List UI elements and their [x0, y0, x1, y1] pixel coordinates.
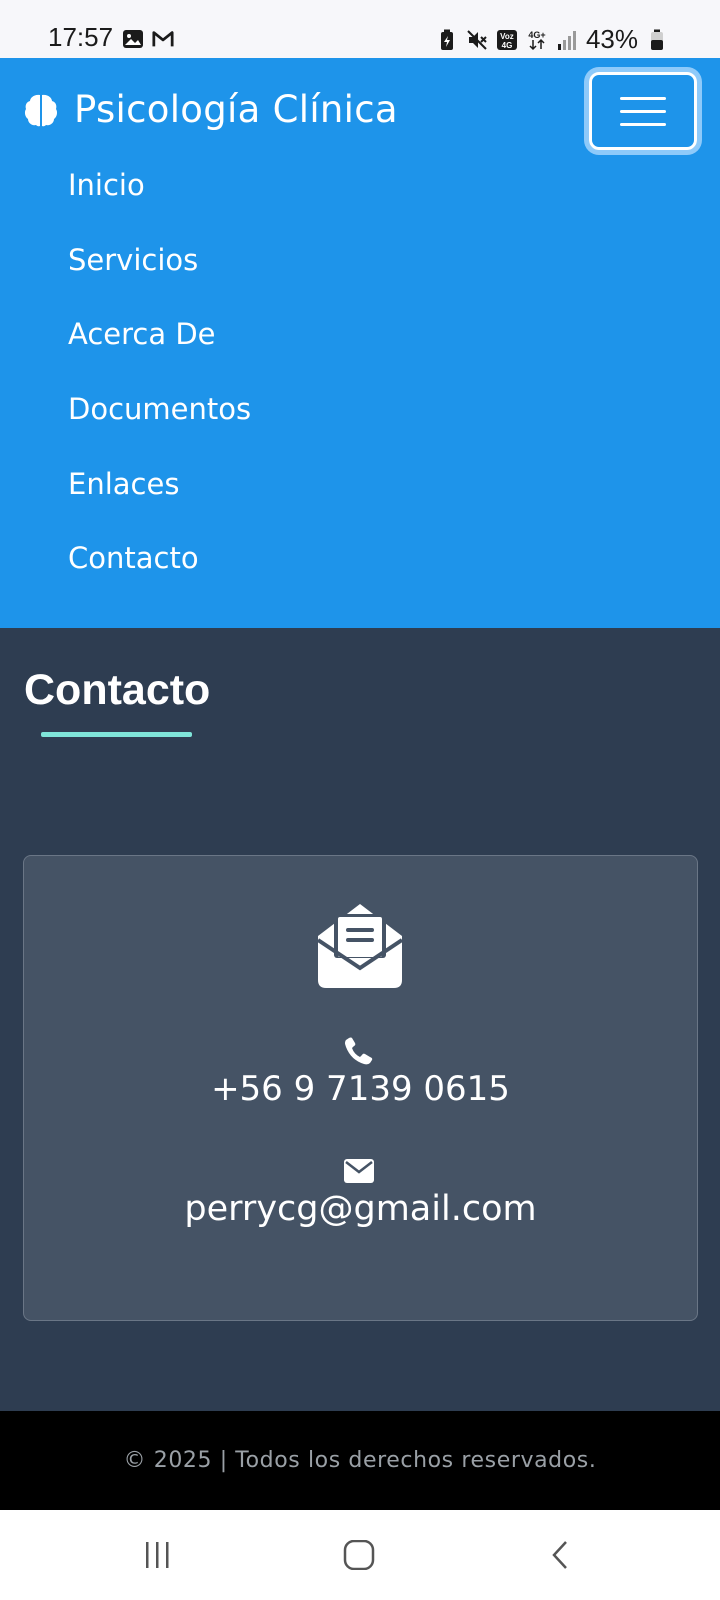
android-nav-bar: [0, 1510, 720, 1600]
envelope-open-icon: [316, 904, 404, 988]
nav-link-contacto[interactable]: Contacto: [68, 541, 251, 616]
section-title: Contacto: [24, 666, 211, 714]
gmail-icon: [152, 31, 174, 47]
brand-name: Psicología Clínica: [74, 88, 398, 131]
brain-icon: [24, 94, 58, 126]
nav-link-enlaces[interactable]: Enlaces: [68, 467, 251, 542]
brand-link[interactable]: Psicología Clínica: [22, 88, 398, 131]
battery-percent: 43%: [585, 24, 638, 54]
contact-card: +56 9 7139 0615 perrycg@gmail.com: [23, 855, 698, 1321]
image-icon: [123, 30, 143, 48]
volte-icon: Voz 4G: [496, 29, 517, 50]
status-bar: 17:57 Voz 4G 4G+ 43%: [0, 0, 720, 58]
nav-link-inicio[interactable]: Inicio: [68, 168, 251, 243]
title-underline: [41, 732, 192, 737]
nav-menu: Inicio Servicios Acerca De Documentos En…: [68, 168, 251, 616]
mute-icon: [467, 29, 487, 50]
svg-text:4G+: 4G+: [528, 30, 545, 40]
phone-number[interactable]: +56 9 7139 0615: [24, 1069, 697, 1109]
back-icon[interactable]: [548, 1540, 572, 1570]
navbar: Psicología Clínica Inicio Servicios Acer…: [0, 58, 720, 628]
email-address[interactable]: perrycg@gmail.com: [24, 1189, 697, 1229]
battery-saver-icon: [440, 29, 453, 50]
svg-text:4G: 4G: [502, 41, 513, 50]
hamburger-icon: [620, 96, 666, 100]
nav-link-acerca-de[interactable]: Acerca De: [68, 317, 251, 392]
status-time: 17:57: [48, 22, 114, 52]
battery-icon: [651, 29, 663, 50]
nav-link-servicios[interactable]: Servicios: [68, 243, 251, 318]
phone-icon: [345, 1037, 373, 1065]
copyright-text: © 2025 | Todos los derechos reservados.: [123, 1448, 597, 1473]
recents-icon[interactable]: [142, 1540, 174, 1570]
svg-text:Voz: Voz: [500, 32, 514, 41]
4g-icon: 4G+: [528, 30, 546, 50]
home-icon[interactable]: [343, 1540, 375, 1570]
menu-toggle-button[interactable]: [589, 72, 697, 150]
nav-link-documentos[interactable]: Documentos: [68, 392, 251, 467]
envelope-icon: [344, 1159, 374, 1183]
footer: © 2025 | Todos los derechos reservados.: [0, 1411, 720, 1510]
hamburger-icon-line: [620, 109, 666, 113]
hamburger-icon-line: [620, 122, 666, 126]
status-notification-icons: [122, 28, 174, 50]
status-system-icons: Voz 4G 4G+ 43%: [436, 24, 668, 55]
signal-icon: [557, 30, 576, 50]
